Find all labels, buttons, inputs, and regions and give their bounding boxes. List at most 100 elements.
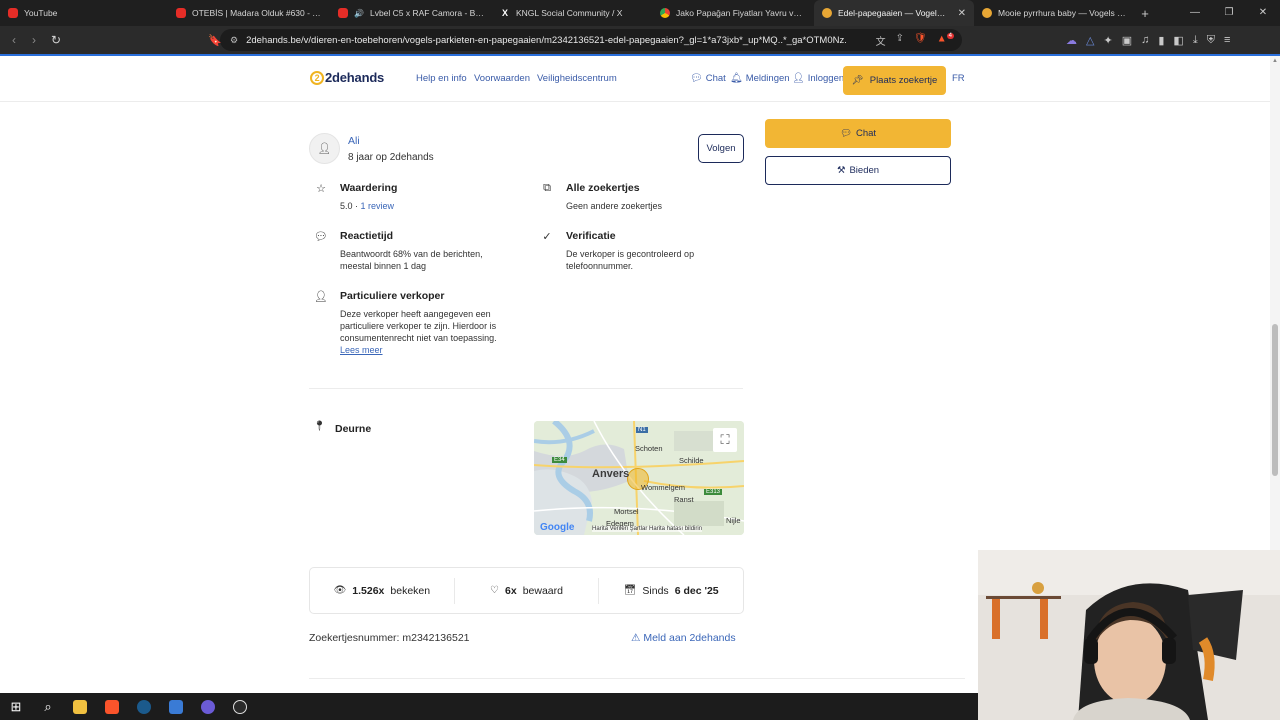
- scrollbar-thumb[interactable]: [1272, 324, 1278, 476]
- tab-jako[interactable]: Jako Papağan Fiyatları Yavru ve Yetişk: [652, 0, 814, 26]
- all-ads-info: ⧉ Alle zoekertjes Geen andere zoekertjes: [543, 182, 746, 212]
- back-icon[interactable]: ‹: [4, 33, 24, 47]
- scroll-up-icon[interactable]: ▲: [1270, 58, 1280, 64]
- url-text[interactable]: 2dehands.be/v/dieren-en-toebehoren/vogel…: [246, 35, 846, 46]
- site-info-icon[interactable]: ⚙: [230, 35, 238, 46]
- reviews-link[interactable]: 1 review: [361, 201, 395, 211]
- notifications-link[interactable]: 🔔︎ Meldingen: [730, 73, 790, 84]
- gavel-icon: ⚒: [836, 165, 846, 176]
- sidebar-icon[interactable]: ▮: [1158, 34, 1164, 47]
- screenshot-icon[interactable]: ▣: [1122, 34, 1132, 47]
- window-controls: — ❐ ✕: [1178, 0, 1280, 26]
- map-label-mortsel: Mortsel: [614, 507, 639, 516]
- map-label-city: Anvers: [592, 468, 630, 480]
- vpn-icon[interactable]: ☁: [1066, 34, 1077, 47]
- vpn-app-icon[interactable]: [160, 693, 192, 720]
- translate-icon[interactable]: 文: [876, 33, 886, 48]
- terms-link[interactable]: Voorwaarden: [474, 73, 530, 84]
- url-field[interactable]: 🔖 ⚙ 2dehands.be/v/dieren-en-toebehoren/v…: [208, 29, 962, 51]
- seller-membership: 8 jaar op 2dehands: [348, 152, 434, 163]
- login-link[interactable]: 👤︎ Inloggen: [792, 73, 844, 84]
- fullscreen-icon[interactable]: ⛶: [713, 428, 737, 452]
- location-pin-icon: 📍︎: [313, 421, 326, 432]
- follow-button[interactable]: Volgen: [698, 134, 744, 163]
- saved-stat: ♡ 6x bewaard: [453, 577, 599, 604]
- windows-start-icon[interactable]: ⊞: [0, 693, 32, 720]
- chat-bubble-icon: 💬︎: [314, 231, 328, 243]
- safety-link[interactable]: Veiligheidscentrum: [537, 73, 617, 84]
- 2dehands-icon: [822, 8, 832, 18]
- extensions-icon[interactable]: ✦: [1103, 34, 1112, 47]
- shield-icon[interactable]: ⛨: [1207, 34, 1215, 47]
- report-link[interactable]: ⚠ Meld aan 2dehands: [631, 632, 736, 644]
- tab-lvbel[interactable]: 🔊 Lvbel C5 x RAF Camora - BANA G: [330, 0, 492, 26]
- tab-otebis[interactable]: OTEBİS | Madara Olduk #630 - YouTube: [168, 0, 330, 26]
- restore-icon[interactable]: ❐: [1212, 0, 1246, 26]
- tab-title: YouTube: [24, 8, 58, 18]
- youtube-icon: [176, 8, 186, 18]
- heart-icon: ♡: [490, 585, 499, 596]
- place-ad-button[interactable]: 📌︎ Plaats zoekertje: [843, 66, 946, 95]
- reload-icon[interactable]: ↻: [46, 33, 66, 47]
- logo-text: 2dehands: [325, 70, 385, 85]
- leo-icon[interactable]: △: [1086, 34, 1094, 47]
- close-window-icon[interactable]: ✕: [1246, 0, 1280, 26]
- user-icon: 👤︎: [317, 143, 332, 155]
- tab-kngl[interactable]: X KNGL Social Community / X: [492, 0, 652, 26]
- bookmark-icon[interactable]: 🔖: [208, 34, 222, 47]
- search-icon[interactable]: ⌕: [32, 693, 64, 720]
- brave-rewards-icon[interactable]: ▲ 4: [937, 32, 954, 48]
- file-explorer-icon[interactable]: [64, 693, 96, 720]
- rating-score: 5.0 ·: [340, 201, 359, 211]
- location-map[interactable]: Anvers Schoten Schilde Wommelgem Ranst M…: [534, 421, 744, 535]
- map-road-e34: E34: [552, 457, 567, 463]
- location-name: Deurne: [335, 423, 372, 435]
- site-logo[interactable]: 2 2dehands: [310, 70, 384, 85]
- wallet-icon[interactable]: ◧: [1173, 34, 1183, 47]
- downloads-icon[interactable]: ⤓: [1193, 34, 1198, 47]
- map-label-wommelgem: Wommelgem: [641, 483, 686, 492]
- minimize-icon[interactable]: —: [1178, 0, 1212, 26]
- tab-mooie-pyrrhura[interactable]: Mooie pyrrhura baby — Vogels | 2: [974, 0, 1134, 26]
- rating-info: ☆ Waardering 5.0 · 1 review: [316, 182, 520, 212]
- chrome-icon: [660, 8, 670, 18]
- tab-title: Mooie pyrrhura baby — Vogels | 2: [998, 8, 1126, 18]
- all-ads-text: Geen andere zoekertjes: [566, 201, 663, 211]
- saved-label: bewaard: [522, 584, 563, 597]
- new-tab-button[interactable]: +: [1134, 6, 1156, 21]
- tab-youtube[interactable]: YouTube: [0, 0, 168, 26]
- close-icon[interactable]: ✕: [958, 8, 966, 19]
- address-bar: ‹ › ↻ 🔖 ⚙ 2dehands.be/v/dieren-en-toebeh…: [0, 26, 1280, 54]
- tab-edel-papegaaien[interactable]: Edel-papegaaien — Vogels | 2 ✕: [814, 0, 974, 26]
- media-icon[interactable]: ♫: [1141, 34, 1149, 46]
- forward-icon[interactable]: ›: [24, 33, 44, 47]
- since-date: 6 dec '25: [674, 584, 719, 597]
- site-header: 2 2dehands Help en info Voorwaarden Veil…: [0, 56, 1270, 102]
- private-seller-title: Particuliere verkoper: [340, 290, 445, 302]
- bid-button[interactable]: ⚒ Bieden: [765, 156, 951, 185]
- steam-icon[interactable]: [128, 693, 160, 720]
- brave-browser-icon[interactable]: [96, 693, 128, 720]
- chat-button[interactable]: 💬︎ Chat: [765, 119, 951, 148]
- obs-icon[interactable]: [192, 693, 224, 720]
- seller-name[interactable]: Ali: [348, 135, 360, 147]
- help-link[interactable]: Help en info: [416, 73, 467, 84]
- extensions-toolbar: ☁ △ ✦ ▣ ♫ ▮ ◧ ⤓ ⛨ ≡: [1066, 26, 1230, 54]
- speaker-icon[interactable]: 🔊: [354, 9, 364, 18]
- place-ad-label: Plaats zoekertje: [869, 75, 938, 86]
- since-label: Sinds: [642, 584, 669, 597]
- views-count: 1.526x: [352, 584, 385, 597]
- eye-icon: 👁︎: [333, 585, 347, 596]
- map-label-ranst: Ranst: [674, 495, 694, 504]
- google-logo: Google: [540, 522, 575, 533]
- chat-icon: 💬︎: [839, 128, 852, 139]
- language-switch[interactable]: FR: [952, 73, 965, 84]
- verification-title: Verificatie: [566, 230, 616, 242]
- read-more-link[interactable]: Lees meer: [340, 345, 383, 355]
- recording-app-icon[interactable]: [224, 693, 256, 720]
- brave-shield-icon[interactable]: 🛡: [914, 33, 927, 48]
- map-attribution[interactable]: Harita Verileri Şartlar Harita hatası bi…: [592, 526, 703, 532]
- menu-icon[interactable]: ≡: [1224, 34, 1230, 46]
- share-icon[interactable]: ⇪: [896, 33, 904, 48]
- header-chat-link[interactable]: 💬︎ Chat: [690, 73, 726, 84]
